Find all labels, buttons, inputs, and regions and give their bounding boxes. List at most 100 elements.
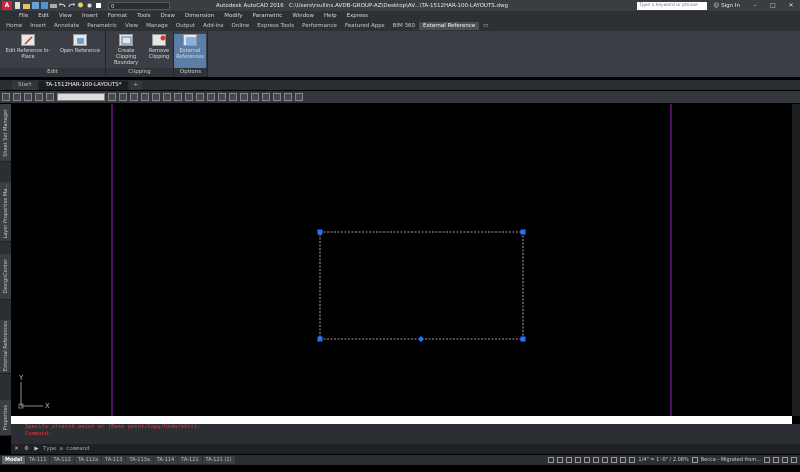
tab-start[interactable]: Start [12, 81, 38, 90]
properties-tab[interactable]: Properties [0, 400, 11, 436]
create-clipping-boundary-button[interactable]: Create Clipping Boundary [106, 34, 146, 68]
toolbar-button-16[interactable] [218, 93, 226, 101]
transparency-icon[interactable] [611, 457, 618, 463]
ribbon-tab-home[interactable]: Home [2, 22, 26, 30]
save-icon[interactable] [32, 2, 39, 9]
menu-item-window[interactable]: Window [287, 13, 319, 19]
ribbon-tab-view[interactable]: View [121, 22, 142, 30]
menu-item-format[interactable]: Format [103, 13, 132, 19]
grip-bottom-mid[interactable] [418, 336, 424, 342]
toolbar-dropdown[interactable] [57, 93, 105, 101]
layer-dropdown[interactable]: 0 [108, 1, 170, 10]
layout-tab-ta-113[interactable]: TA-113 [102, 456, 126, 464]
new-file-icon[interactable] [14, 2, 21, 9]
annotation-visibility-icon[interactable] [629, 457, 636, 463]
edit-reference-in-place-button[interactable]: Edit Reference In-Place [0, 34, 56, 68]
ortho-icon[interactable] [566, 457, 573, 463]
ribbon-tab-bim-360[interactable]: BIM 360 [389, 22, 419, 30]
osnap-icon[interactable] [584, 457, 591, 463]
layout-tab-ta-111[interactable]: TA-111 [26, 456, 50, 464]
toolbar-button-6[interactable] [108, 93, 116, 101]
close-button[interactable]: ✕ [782, 2, 800, 9]
snap-icon[interactable] [557, 457, 564, 463]
designcenter-tab[interactable]: DesignCenter [0, 254, 11, 300]
layer-color-icon[interactable] [95, 2, 102, 9]
toolbar-button-18[interactable] [240, 93, 248, 101]
plot-icon[interactable] [50, 2, 57, 9]
isolate-objects-icon[interactable] [764, 457, 770, 463]
toolbar-button-11[interactable] [163, 93, 171, 101]
layout-tab-ta-121[interactable]: TA-121 [178, 456, 202, 464]
menu-item-parametric[interactable]: Parametric [248, 13, 288, 19]
layout-tab-ta-121-2-[interactable]: TA-121 (2) [202, 456, 235, 464]
toolbar-button-2[interactable] [13, 93, 21, 101]
layout-tab-ta-112a[interactable]: TA-112a [74, 456, 102, 464]
tab-active-drawing[interactable]: TA-1512HAR-100-LAYOUTS* [39, 81, 128, 90]
search-input[interactable]: Type a keyword or phrase [637, 1, 708, 10]
menu-item-express[interactable]: Express [342, 13, 373, 19]
menu-item-tools[interactable]: Tools [132, 13, 156, 19]
toolbar-button-8[interactable] [130, 93, 138, 101]
ribbon-tab-output[interactable]: Output [172, 22, 199, 30]
ribbon-tab-parametric[interactable]: Parametric [83, 22, 121, 30]
toolbar-button-20[interactable] [262, 93, 270, 101]
layout-tab-ta-112[interactable]: TA-112 [50, 456, 74, 464]
command-input[interactable]: Type a command [43, 446, 89, 452]
ribbon-tab-insert[interactable]: Insert [26, 22, 50, 30]
layout-tab-model[interactable]: Model [2, 456, 26, 464]
ribbon-tab-manage[interactable]: Manage [142, 22, 172, 30]
toolbar-button-22[interactable] [284, 93, 292, 101]
menu-item-help[interactable]: Help [319, 13, 342, 19]
saveas-icon[interactable] [41, 2, 48, 9]
open-file-icon[interactable] [23, 2, 30, 9]
toolbar-button-1[interactable] [2, 93, 10, 101]
menu-item-draw[interactable]: Draw [156, 13, 180, 19]
user-status[interactable]: Becca - Migrated from... [701, 457, 761, 463]
toolbar-button-3[interactable] [24, 93, 32, 101]
undo-icon[interactable] [59, 2, 66, 9]
toolbar-button-4[interactable] [35, 93, 43, 101]
toolbar-button-12[interactable] [174, 93, 182, 101]
minimize-button[interactable]: – [746, 2, 764, 9]
restore-button[interactable]: □ [764, 2, 782, 9]
toolbar-button-10[interactable] [152, 93, 160, 101]
menu-item-edit[interactable]: Edit [33, 13, 54, 19]
menu-item-modify[interactable]: Modify [219, 13, 247, 19]
signin-button[interactable]: ☺ Sign In [707, 3, 746, 9]
otrack-icon[interactable] [593, 457, 600, 463]
redo-icon[interactable] [68, 2, 75, 9]
toolbar-button-17[interactable] [229, 93, 237, 101]
remove-clipping-button[interactable]: Remove Clipping [146, 34, 172, 68]
toolbar-button-14[interactable] [196, 93, 204, 101]
lightbulb-icon[interactable] [77, 2, 84, 9]
layout-tab-ta-113a[interactable]: TA-113a [126, 456, 153, 464]
grid-icon[interactable] [548, 457, 555, 463]
vertical-scrollbar[interactable] [792, 104, 800, 416]
autocad-logo-icon[interactable]: A [2, 1, 12, 10]
grip-bottom-left[interactable] [317, 336, 323, 342]
toolbar-button-15[interactable] [207, 93, 215, 101]
ribbon-tab-featured-apps[interactable]: Featured Apps [341, 22, 389, 30]
ribbon-tab-online[interactable]: Online [228, 22, 254, 30]
toolbar-button-21[interactable] [273, 93, 281, 101]
annotation-scale[interactable]: 1/4" = 1'-0" / 2.08% [638, 457, 688, 463]
ribbon-minimize-icon[interactable]: ▭ [479, 22, 492, 30]
grip-top-left[interactable] [317, 229, 323, 235]
ribbon-tab-add-ins[interactable]: Add-ins [199, 22, 228, 30]
external-references-button[interactable]: External References [174, 34, 206, 68]
open-reference-button[interactable]: Open Reference [56, 34, 104, 68]
customize-command-icon[interactable]: ⚙ [23, 446, 30, 453]
toolbar-button-19[interactable] [251, 93, 259, 101]
clean-screen-icon[interactable] [782, 457, 788, 463]
layer-properties-tab[interactable]: Layer Properties Ma... [0, 182, 11, 242]
toolbar-button-7[interactable] [119, 93, 127, 101]
menu-item-insert[interactable]: Insert [77, 13, 103, 19]
layout-tab-ta-114[interactable]: TA-114 [153, 456, 178, 464]
sheet-set-manager-tab[interactable]: Sheet Set Manager [0, 104, 11, 162]
ribbon-tab-express-tools[interactable]: Express Tools [253, 22, 298, 30]
toolbar-button-5[interactable] [46, 93, 54, 101]
drawing-canvas[interactable]: Y X [11, 104, 792, 416]
close-command-icon[interactable]: ✕ [13, 446, 20, 453]
ribbon-tab-annotate[interactable]: Annotate [50, 22, 83, 30]
toolbar-button-13[interactable] [185, 93, 193, 101]
